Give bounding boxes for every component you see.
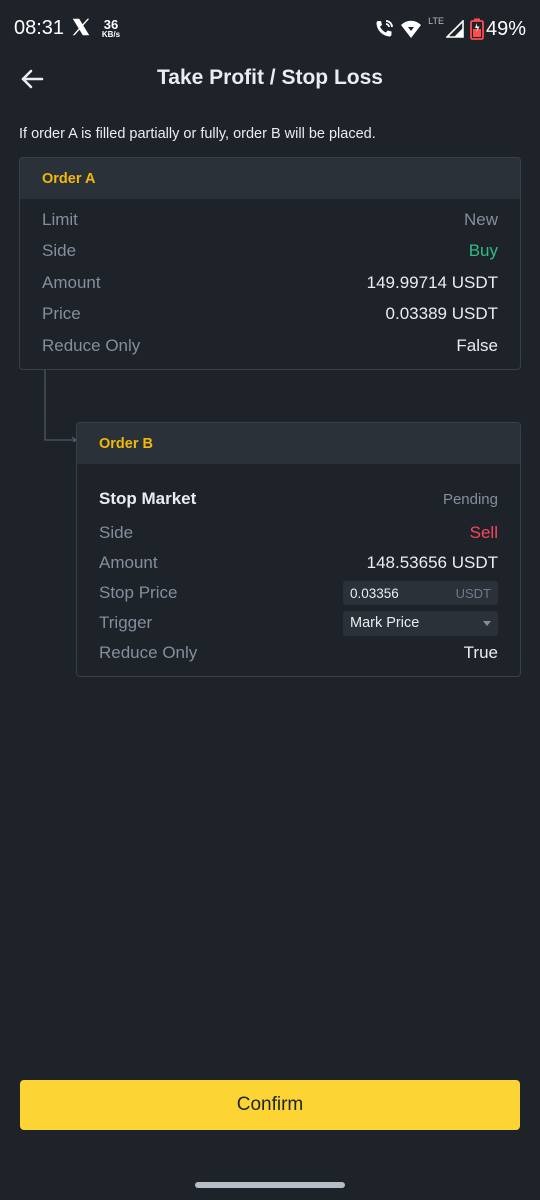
order-a-reduce-only-row: Reduce Only False xyxy=(42,334,498,358)
x-app-icon xyxy=(72,18,90,36)
home-indicator[interactable] xyxy=(195,1182,345,1188)
page-title: Take Profit / Stop Loss xyxy=(157,66,383,89)
order-b-trigger-label: Trigger xyxy=(99,613,153,632)
network-type: LTE xyxy=(428,16,444,26)
order-b-reduce-only-row: Reduce Only True xyxy=(99,641,498,665)
stop-price-input-unit: USDT xyxy=(455,585,491,601)
page: 08:31 36 KB/s LTE 49% Take Profit / Stop… xyxy=(0,0,540,1200)
order-a-side-label: Side xyxy=(42,241,77,260)
order-a-reduce-only-label: Reduce Only xyxy=(42,336,141,355)
battery-icon xyxy=(470,18,484,40)
status-bar: 08:31 36 KB/s LTE 49% xyxy=(0,0,540,60)
order-b-type-row: Stop Market Pending xyxy=(99,487,498,511)
wifi-icon xyxy=(401,20,422,38)
confirm-button[interactable]: Confirm xyxy=(20,1080,520,1130)
order-a-side-value: Buy xyxy=(468,241,498,260)
order-a-amount-value: 149.99714 USDT xyxy=(366,273,498,292)
order-b-amount-value: 148.53656 USDT xyxy=(366,553,498,572)
order-b-card: Order B Stop Market Pending Side Sell Am… xyxy=(76,422,521,677)
order-a-price-label: Price xyxy=(42,304,81,323)
order-b-status: Pending xyxy=(442,490,498,508)
order-a-card: Order A Limit New Side Buy Amount 149.99… xyxy=(19,157,521,370)
battery-percent: 49% xyxy=(485,17,526,40)
order-connector-arrow xyxy=(44,370,77,442)
order-b-reduce-only-label: Reduce Only xyxy=(99,643,198,662)
order-b-side-value: Sell xyxy=(469,523,498,542)
order-b-reduce-only-value: True xyxy=(463,643,498,662)
network-speed: 36 KB/s xyxy=(99,18,123,39)
order-b-side-row: Side Sell xyxy=(99,521,498,545)
order-a-type-row: Limit New xyxy=(42,208,498,232)
trigger-select-value: Mark Price xyxy=(350,615,420,631)
stop-price-input[interactable]: 0.03356 USDT xyxy=(343,581,498,605)
status-time: 08:31 xyxy=(14,17,65,39)
wifi-call-icon xyxy=(376,20,394,37)
order-b-stop-price-row: Stop Price 0.03356 USDT xyxy=(99,581,498,605)
trigger-select[interactable]: Mark Price xyxy=(343,610,498,636)
order-b-side-label: Side xyxy=(99,523,134,542)
stop-price-input-value: 0.03356 xyxy=(350,585,399,601)
order-b-stop-price-label: Stop Price xyxy=(99,583,178,602)
order-b-amount-label: Amount xyxy=(99,553,158,572)
order-a-reduce-only-value: False xyxy=(456,336,498,355)
order-a-amount-row: Amount 149.99714 USDT xyxy=(42,271,498,295)
order-a-price-value: 0.03389 USDT xyxy=(385,304,498,323)
caret-down-icon xyxy=(483,620,491,626)
order-b-title: Order B xyxy=(77,423,520,464)
order-a-status: New xyxy=(463,210,498,229)
order-a-side-row: Side Buy xyxy=(42,239,498,263)
network-speed-unit: KB/s xyxy=(101,30,121,39)
order-a-title: Order A xyxy=(20,158,520,199)
info-text: If order A is filled partially or fully,… xyxy=(19,126,376,142)
status-icons: LTE 49% xyxy=(374,15,526,43)
app-header: Take Profit / Stop Loss xyxy=(0,60,540,100)
order-a-price-row: Price 0.03389 USDT xyxy=(42,302,498,326)
order-b-trigger-row: Trigger Mark Price xyxy=(99,610,498,636)
order-a-type-label: Limit xyxy=(42,210,78,229)
signal-icon xyxy=(445,20,464,38)
order-b-type-label: Stop Market xyxy=(99,489,197,508)
order-a-amount-label: Amount xyxy=(42,273,101,292)
order-b-amount-row: Amount 148.53656 USDT xyxy=(99,551,498,575)
